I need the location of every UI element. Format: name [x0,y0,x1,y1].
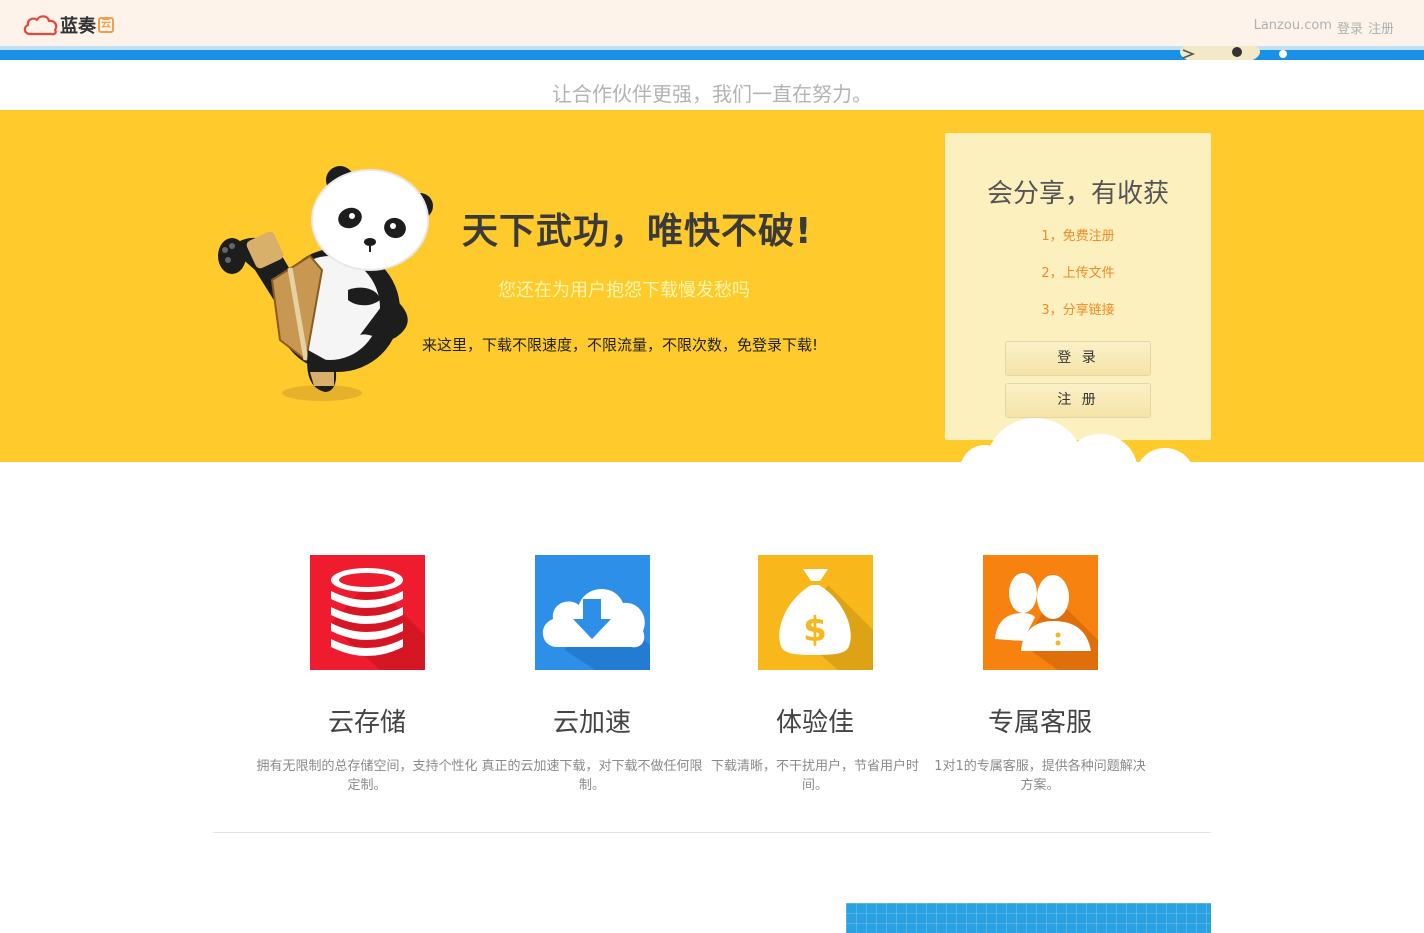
kungfu-panda-icon [218,166,433,401]
step-item: 2，上传文件 [1041,266,1115,281]
money-bag-icon: $ [757,555,873,670]
feature-speed: 云加速 真正的云加速下载，对下载不做任何限制。 [477,555,707,795]
step-item: 1，免费注册 [1041,229,1115,244]
feature-title: 专属客服 [987,708,1092,738]
logo-text: 蓝奏 [60,16,96,37]
logo-badge: 云 [98,17,114,33]
cloud-download-icon [534,555,650,670]
feature-storage: 云存储 拥有无限制的总存储空间，支持个性化定制。 [252,555,482,795]
feature-description: 1对1的专属客服，提供各种问题解决方案。 [934,759,1146,793]
register-link[interactable]: 注册 [1368,18,1394,37]
tagline: 让合作伙伴更强，我们一直在努力。 [552,82,872,106]
header-stripe [0,46,1424,60]
feature-title: 体验佳 [775,708,854,738]
login-button[interactable]: 登 录 [1005,341,1151,376]
feature-description: 拥有无限制的总存储空间，支持个性化定制。 [256,759,478,793]
database-icon [309,555,425,670]
hero-banner: 天下武功，唯快不破! 您还在为用户抱怨下载慢发愁吗 来这里，下载不限速度，不限流… [0,110,1424,462]
feature-service: 专属客服 1对1的专属客服，提供各种问题解决方案。 [925,555,1155,795]
register-panel: 会分享，有收获 1，免费注册 2，上传文件 3，分享链接 登 录 注 册 [945,133,1211,440]
site-link[interactable]: Lanzou.com [1254,18,1332,37]
login-link[interactable]: 登录 [1337,18,1363,37]
feature-title: 云加速 [552,708,631,738]
feature-description: 下载清晰，不干扰用户，节省用户时间。 [710,759,919,793]
bottom-banner-image [846,903,1211,933]
register-steps: 1，免费注册 2，上传文件 3，分享链接 [945,228,1211,339]
section-divider [213,832,1211,833]
hero-title: 天下武功，唯快不破! [462,211,813,252]
site-logo[interactable]: 蓝奏 云 [22,12,114,38]
top-header: 蓝奏 云 Lanzou.com 登录 注册 [0,0,1424,46]
cloud-logo-icon [23,15,58,36]
feature-experience: $ 体验佳 下载清晰，不干扰用户，节省用户时间。 [700,555,930,795]
feature-title: 云存储 [327,708,406,738]
feature-description: 真正的云加速下载，对下载不做任何限制。 [481,759,703,793]
svg-text:$: $ [803,610,827,650]
mascot-peek-icon [1180,46,1287,60]
register-panel-title: 会分享，有收获 [986,179,1169,209]
hero-subtitle: 您还在为用户抱怨下载慢发愁吗 [498,280,750,301]
cloud-decoration-icon [961,418,1191,462]
hero-description: 来这里，下载不限速度，不限流量，不限次数，免登录下载! [422,336,819,354]
step-item: 3，分享链接 [1041,303,1115,318]
top-links: Lanzou.com 登录 注册 [1254,18,1394,37]
users-icon [982,555,1098,670]
